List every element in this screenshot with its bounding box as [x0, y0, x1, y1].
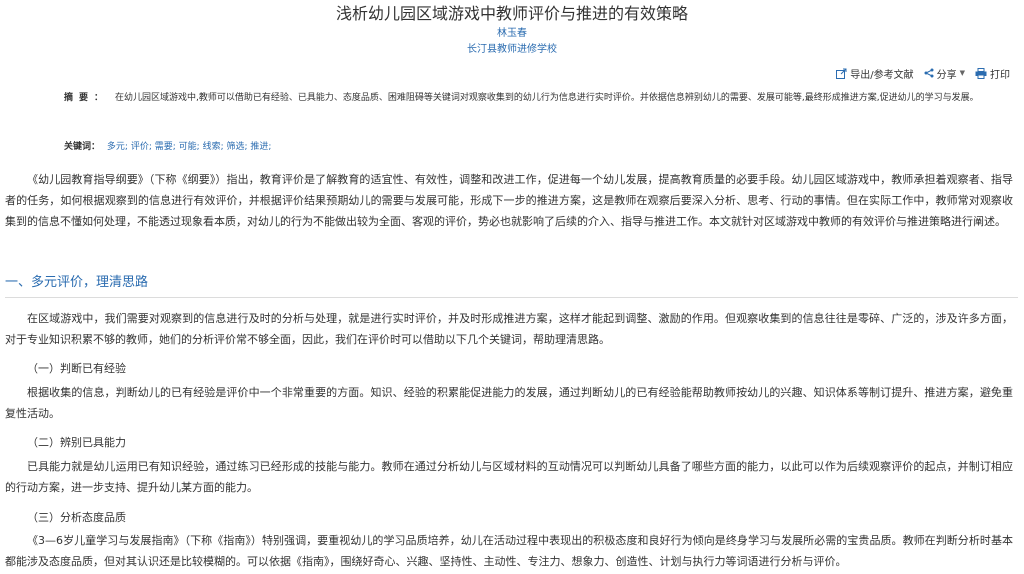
- subsection-heading: （二）辨别已具能力: [27, 436, 126, 449]
- share-label: 分享: [936, 69, 957, 81]
- subsection-heading: （三）分析态度品质: [27, 511, 126, 524]
- share-icon: [924, 68, 934, 78]
- section-divider: [5, 297, 1018, 298]
- keyword-link[interactable]: 线索;: [203, 142, 224, 152]
- keyword-link[interactable]: 评价;: [131, 142, 152, 152]
- print-label: 打印: [990, 69, 1010, 81]
- body-paragraph: 《3—6岁儿童学习与发展指南》（下称《指南》）特别强调，要重视幼儿的学习品质培养…: [5, 534, 1013, 568]
- body-paragraph: 在区域游戏中，我们需要对观察到的信息进行及时的分析与处理，就是进行实时评价，并及…: [5, 312, 1013, 346]
- keyword-link[interactable]: 筛选;: [227, 142, 248, 152]
- share-button[interactable]: 分享 ▼: [924, 66, 965, 81]
- keyword-link[interactable]: 需要;: [155, 142, 176, 152]
- article-toolbar: 导出/参考文献 分享 ▼ 打印: [836, 66, 1010, 81]
- print-button[interactable]: 打印: [975, 66, 1010, 81]
- chevron-down-icon: ▼: [959, 69, 965, 77]
- keyword-link[interactable]: 可能;: [179, 142, 200, 152]
- export-button[interactable]: 导出/参考文献: [836, 66, 914, 81]
- keyword-link[interactable]: 多元;: [107, 142, 128, 152]
- organization-link[interactable]: 长汀县教师进修学校: [0, 43, 1024, 57]
- export-icon: [836, 68, 847, 79]
- export-label: 导出/参考文献: [850, 69, 914, 81]
- keywords: 关键词： 多元; 评价; 需要; 可能; 线索; 筛选; 推进;: [64, 139, 271, 155]
- abstract: 摘要： 在幼儿园区域游戏中,教师可以借助已有经验、已具能力、态度品质、困难阻碍等关…: [12, 89, 1010, 107]
- keyword-link[interactable]: 推进;: [250, 142, 271, 152]
- abstract-text: 在幼儿园区域游戏中,教师可以借助已有经验、已具能力、态度品质、困难阻碍等关键词对…: [115, 93, 979, 103]
- body-paragraph: 《幼儿园教育指导纲要》（下称《纲要》）指出，教育评价是了解教育的适宜性、有效性，…: [5, 173, 1013, 228]
- article-page: 浅析幼儿园区域游戏中教师评价与推进的有效策略 林玉春 长汀县教师进修学校 导出/…: [0, 0, 1024, 574]
- abstract-label: 摘要：: [64, 93, 110, 103]
- print-icon: [975, 67, 987, 79]
- author-link[interactable]: 林玉春: [0, 27, 1024, 41]
- section-heading: 一、多元评价，理清思路: [5, 275, 149, 290]
- body-paragraph: 已具能力就是幼儿运用已有知识经验，通过练习已经形成的技能与能力。教师在通过分析幼…: [5, 460, 1013, 494]
- subsection-heading: （一）判断已有经验: [27, 362, 126, 375]
- keywords-label: 关键词：: [64, 142, 101, 152]
- body-paragraph: 根据收集的信息，判断幼儿的已有经验是评价中一个非常重要的方面。知识、经验的积累能…: [5, 386, 1013, 420]
- article-title: 浅析幼儿园区域游戏中教师评价与推进的有效策略: [335, 4, 688, 23]
